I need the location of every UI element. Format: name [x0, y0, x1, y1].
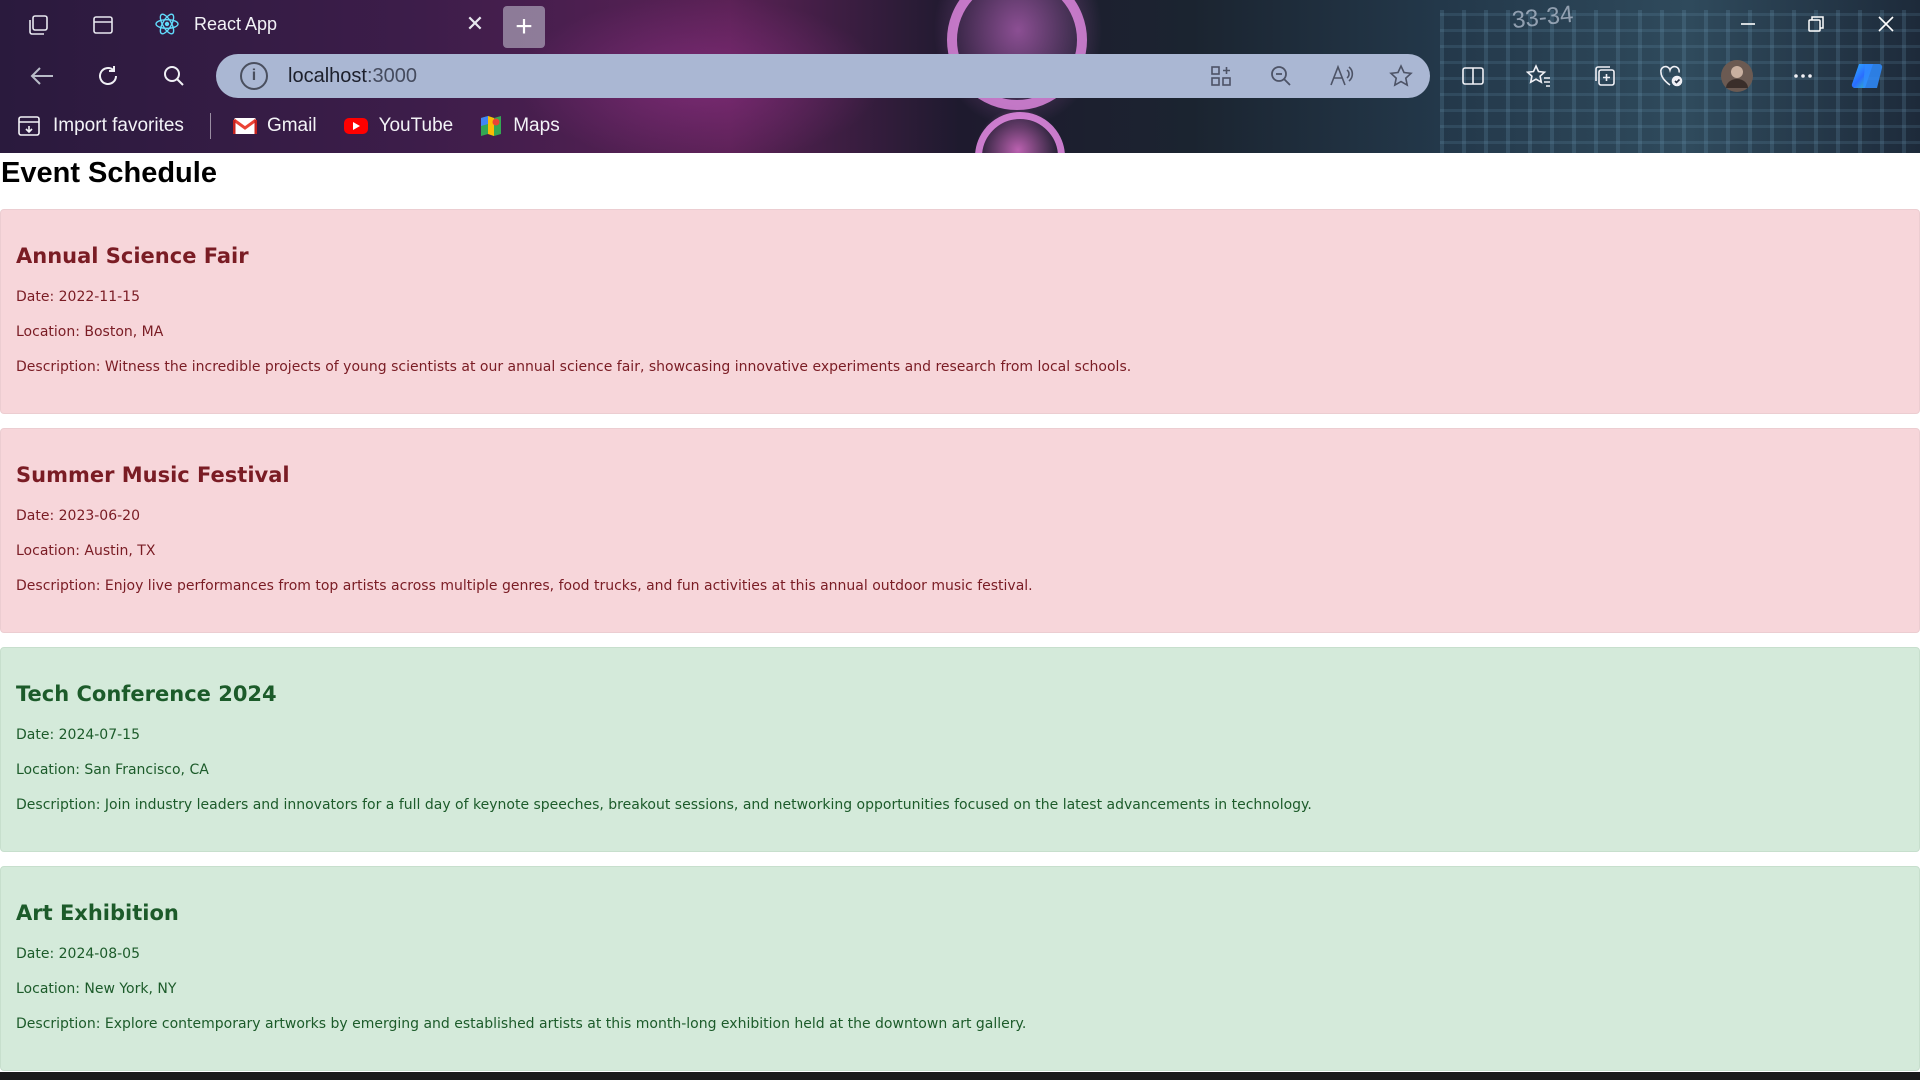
bookmarks-separator: [209, 113, 211, 139]
toolbar: [1455, 56, 1887, 96]
minimize-icon[interactable]: [1728, 6, 1768, 42]
url-text[interactable]: localhost:3000: [288, 65, 417, 88]
copilot-icon[interactable]: [1851, 58, 1887, 94]
event-description: Description: Join industry leaders and i…: [16, 797, 1312, 813]
new-tab-button[interactable]: +: [503, 6, 545, 48]
react-logo-icon: [155, 13, 179, 35]
event-name: Tech Conference 2024: [16, 682, 277, 706]
bookmark-gmail[interactable]: Gmail: [232, 115, 317, 137]
zoom-out-icon[interactable]: [1266, 61, 1296, 91]
event-description: Description: Explore contemporary artwor…: [16, 1016, 1027, 1032]
bookmark-import-favorites[interactable]: Import favorites: [17, 114, 184, 138]
gmail-icon: [232, 118, 257, 134]
browser-chrome: 33-34 React App ✕ + i localhost:3000 Imp…: [0, 0, 1920, 153]
split-screen-icon[interactable]: [1455, 58, 1491, 94]
browser-essentials-icon[interactable]: [1653, 58, 1689, 94]
back-icon[interactable]: [24, 60, 60, 92]
url-host: localhost: [288, 64, 367, 87]
event-date: Date: 2024-08-05: [16, 946, 140, 962]
close-tab-icon[interactable]: ✕: [460, 9, 490, 39]
event-location: Location: New York, NY: [16, 981, 177, 997]
youtube-icon: [343, 118, 368, 134]
window-bottom-edge: [0, 1072, 1920, 1080]
event-name: Annual Science Fair: [16, 244, 249, 268]
bookmarks-bar: Import favorites Gmail YouTube Maps: [0, 106, 1920, 146]
event-date: Date: 2024-07-15: [16, 727, 140, 743]
site-info-icon[interactable]: i: [240, 62, 268, 90]
tab-title: React App: [194, 13, 278, 34]
workspaces-icon[interactable]: [22, 10, 56, 40]
bookmark-youtube[interactable]: YouTube: [343, 115, 454, 137]
maps-icon: [481, 116, 502, 136]
event-card: Tech Conference 2024 Date: 2024-07-15 Lo…: [0, 647, 1920, 852]
collections-icon[interactable]: [1587, 58, 1623, 94]
address-bar[interactable]: i localhost:3000: [216, 54, 1430, 98]
refresh-icon[interactable]: [90, 60, 126, 92]
bookmark-label: Maps: [513, 115, 560, 136]
tab-react-app[interactable]: React App ✕: [140, 4, 490, 44]
event-date: Date: 2023-06-20: [16, 508, 140, 524]
event-card: Annual Science Fair Date: 2022-11-15 Loc…: [0, 209, 1920, 414]
read-aloud-icon[interactable]: [1326, 61, 1356, 91]
page-viewport: Event Schedule Annual Science Fair Date:…: [0, 153, 1920, 1080]
more-options-icon[interactable]: [1785, 58, 1821, 94]
url-port: :3000: [366, 64, 417, 87]
event-name: Art Exhibition: [16, 901, 179, 925]
import-favorites-icon: [18, 116, 40, 136]
bookmark-maps[interactable]: Maps: [479, 114, 560, 138]
close-window-icon[interactable]: [1866, 6, 1906, 42]
bookmark-label: YouTube: [378, 115, 454, 136]
tab-strip: React App ✕ +: [0, 0, 1920, 48]
restore-icon[interactable]: [1796, 6, 1836, 42]
event-location: Location: Boston, MA: [16, 324, 164, 340]
event-date: Date: 2022-11-15: [16, 289, 140, 305]
favorite-star-icon[interactable]: [1386, 61, 1416, 91]
event-name: Summer Music Festival: [16, 463, 290, 487]
event-location: Location: San Francisco, CA: [16, 762, 209, 778]
bookmark-label: Import favorites: [53, 115, 184, 136]
event-card: Summer Music Festival Date: 2023-06-20 L…: [0, 428, 1920, 633]
page-title: Event Schedule: [1, 157, 217, 189]
event-location: Location: Austin, TX: [16, 543, 156, 559]
vertical-tabs-icon[interactable]: [86, 10, 120, 40]
profile-avatar[interactable]: [1719, 58, 1755, 94]
favorites-icon[interactable]: [1521, 58, 1557, 94]
app-available-icon[interactable]: [1206, 61, 1236, 91]
search-icon[interactable]: [156, 60, 192, 92]
bookmark-label: Gmail: [266, 115, 317, 136]
event-card: Art Exhibition Date: 2024-08-05 Location…: [0, 866, 1920, 1071]
event-description: Description: Witness the incredible proj…: [16, 359, 1132, 375]
event-description: Description: Enjoy live performances fro…: [16, 578, 1033, 594]
